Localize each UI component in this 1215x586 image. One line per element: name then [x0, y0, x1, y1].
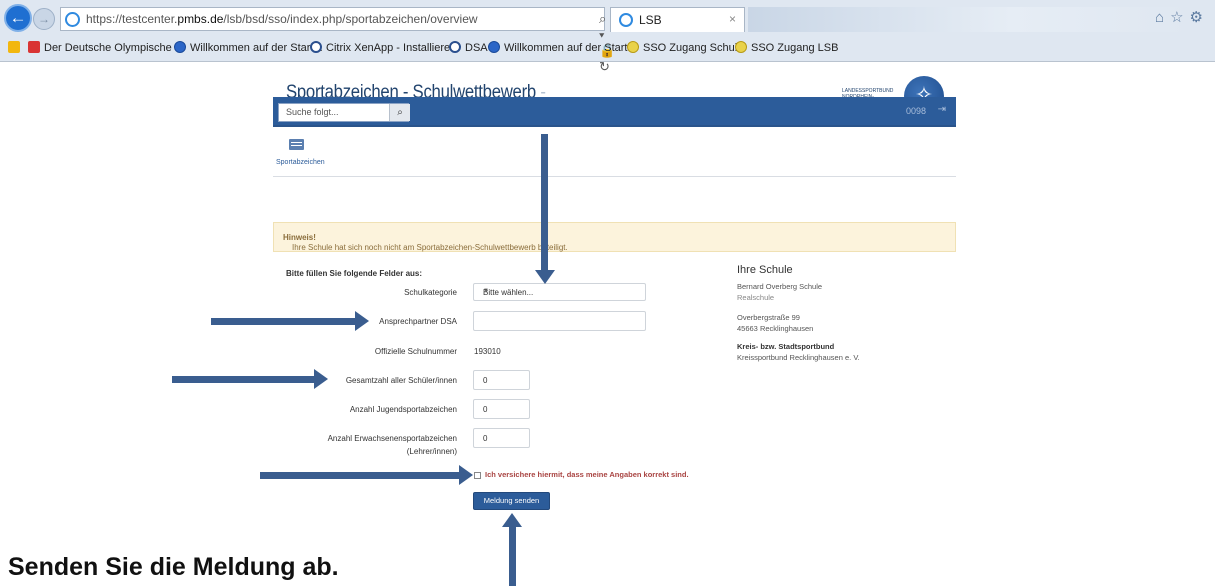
chevron-down-icon: ▼: [483, 288, 489, 294]
gesamtzahl-input[interactable]: 0: [473, 370, 530, 390]
dosb-icon: [28, 41, 40, 53]
favorite-item[interactable]: Willkommen auf der Start...: [174, 41, 323, 54]
school-name: Bernard Overberg Schule: [737, 282, 823, 291]
submit-button[interactable]: Meldung senden: [473, 492, 550, 510]
module-link-sportabzeichen[interactable]: Sportabzeichen: [276, 159, 325, 166]
favorite-item[interactable]: Willkommen auf der Start...: [488, 41, 637, 54]
ie-icon: [488, 41, 500, 53]
jugend-label: Anzahl Jugendsportabzeichen: [349, 405, 457, 414]
erwachsene-label: Anzahl Erwachsenensportabzeichen (Lehrer/…: [327, 434, 457, 456]
erwachsene-input[interactable]: 0: [473, 428, 530, 448]
ie-icon: [627, 41, 639, 53]
school-type: Realschule: [737, 293, 775, 302]
ie-icon: [174, 41, 186, 53]
ie-icon: [735, 41, 747, 53]
home-star-gear-icons[interactable]: ⌂☆⚙: [1155, 8, 1209, 26]
divider: [273, 176, 956, 186]
citrix-icon: [449, 41, 461, 53]
favorite-item[interactable]: Citrix XenApp - Installiere...: [310, 41, 459, 54]
bund-name: Kreissportbund Recklinghausen e. V.: [737, 353, 860, 362]
screenshot: ← → https://testcenter.pmbs.de/lsb/bsd/s…: [0, 0, 1215, 586]
citrix-icon: [310, 41, 322, 53]
alert-text: Hinweis! Ihre Schule hat sich noch nicht…: [283, 233, 568, 252]
url-text: https://testcenter.pmbs.de/lsb/bsd/sso/i…: [86, 12, 478, 26]
schulkategorie-select[interactable]: Bitte wählen... ▼: [473, 283, 646, 301]
sportabzeichen-module-icon[interactable]: [289, 139, 304, 150]
schulnummer-value: 193010: [474, 347, 501, 356]
favorites-bar: Der Deutsche Olympische ... Willkommen a…: [0, 36, 1215, 62]
favorites-star-icon[interactable]: [8, 41, 24, 54]
school-city: 45663 Recklinghausen: [737, 324, 814, 333]
ie-icon: [65, 12, 80, 27]
ie-icon: [619, 13, 633, 27]
browser-chrome: ← → https://testcenter.pmbs.de/lsb/bsd/s…: [0, 0, 1215, 74]
favorite-item[interactable]: SSO Zugang Schule: [627, 41, 743, 54]
search-input[interactable]: Suche folgt... ⌕: [278, 103, 410, 122]
bund-heading: Kreis- bzw. Stadtsportbund: [737, 342, 835, 351]
tab-lsb[interactable]: LSB ×: [610, 7, 745, 32]
new-tab-area[interactable]: [748, 7, 1188, 32]
school-street: Overbergstraße 99: [737, 313, 800, 322]
address-bar[interactable]: https://testcenter.pmbs.de/lsb/bsd/sso/i…: [60, 7, 615, 74]
confirm-checkbox[interactable]: [474, 472, 481, 479]
close-icon[interactable]: ×: [729, 12, 736, 26]
ansprechpartner-input[interactable]: [473, 311, 646, 331]
favorite-item[interactable]: Der Deutsche Olympische ...: [28, 41, 184, 54]
user-id[interactable]: 0098: [906, 106, 926, 116]
logout-icon[interactable]: ⇥: [938, 104, 946, 115]
schulkategorie-label: Schulkategorie: [404, 288, 457, 297]
top-navbar: Suche folgt... ⌕ 0098 ⇥: [273, 97, 956, 127]
instruction-caption: Senden Sie die Meldung ab.: [8, 553, 339, 581]
favorite-item[interactable]: SSO Zugang LSB: [735, 41, 838, 54]
forward-icon[interactable]: →: [33, 8, 55, 30]
confirm-label[interactable]: Ich versichere hiermit, dass meine Angab…: [485, 470, 689, 479]
form-heading: Bitte füllen Sie folgende Felder aus:: [286, 269, 423, 278]
jugend-input[interactable]: 0: [473, 399, 530, 419]
search-icon[interactable]: ⌕: [389, 104, 410, 121]
school-heading: Ihre Schule: [737, 264, 793, 276]
favorite-item[interactable]: DSA: [449, 41, 488, 54]
back-icon[interactable]: ←: [4, 4, 32, 32]
schulnummer-label: Offizielle Schulnummer: [374, 347, 457, 356]
tab-label: LSB: [639, 13, 662, 27]
hint-alert: Hinweis! Ihre Schule hat sich noch nicht…: [273, 222, 956, 252]
